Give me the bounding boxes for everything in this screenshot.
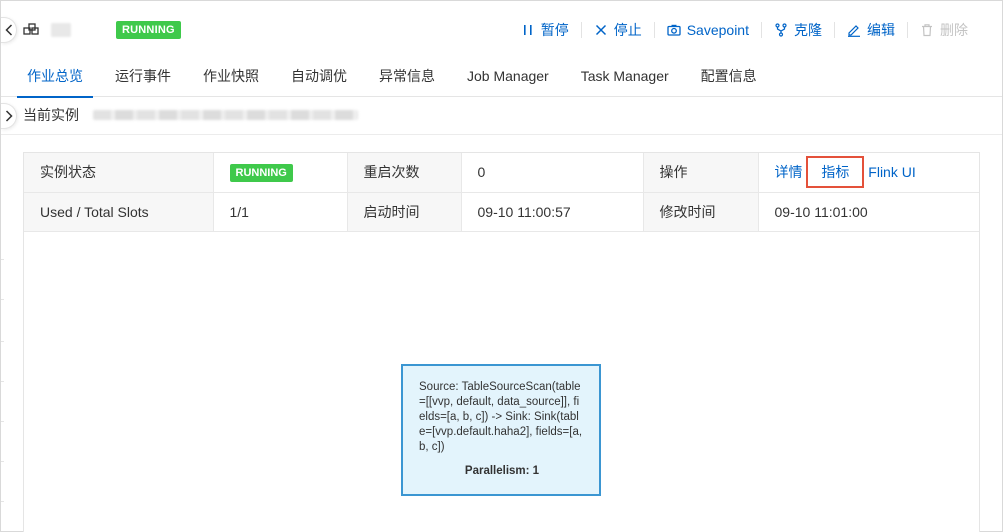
sidebar-edge-tick [1,461,4,462]
tab-overview[interactable]: 作业总览 [17,59,93,98]
details-link[interactable]: 详情 [775,162,803,182]
sidebar-edge-tick [1,341,4,342]
savepoint-button[interactable]: Savepoint [655,20,761,40]
delete-button[interactable]: 删除 [908,20,980,40]
pause-label: 暂停 [540,22,569,38]
sidebar-edge-tick [1,381,4,382]
pause-icon [523,25,532,35]
start-time-label: 启动时间 [347,192,462,232]
tab-events[interactable]: 运行事件 [105,59,181,97]
sidebar-edge-tick [1,421,4,422]
job-detail-page: RUNNING 暂停 停止 Savepoint 克隆 编辑 删除 作业总览 运行… [0,0,1003,532]
delete-label: 删除 [940,22,968,38]
instance-id-redacted [93,110,358,120]
instance-info-table: 实例状态 RUNNING 重启次数 0 操作 详情 指标 Flink UI Us… [24,153,979,232]
table-row: Used / Total Slots 1/1 启动时间 09-10 11:00:… [24,192,979,232]
fork-icon [775,23,787,37]
tab-exceptions[interactable]: 异常信息 [369,59,445,97]
camera-icon [667,24,681,36]
stop-button[interactable]: 停止 [582,20,654,40]
tab-snapshots[interactable]: 作业快照 [193,59,269,97]
job-graph-icon [23,23,39,35]
sidebar-edge-tick [1,259,4,260]
section-divider [1,134,1002,135]
job-header: RUNNING 暂停 停止 Savepoint 克隆 编辑 删除 [1,1,1002,59]
instance-state-cell: RUNNING [213,153,348,193]
instance-state-label: 实例状态 [24,153,214,193]
expand-right-button[interactable] [1,103,17,129]
start-time-value: 09-10 11:00:57 [461,192,644,232]
restart-count-label: 重启次数 [347,153,462,193]
modified-time-label: 修改时间 [643,192,759,232]
edit-label: 编辑 [867,22,895,38]
modified-time-value: 09-10 11:01:00 [758,192,979,232]
clone-button[interactable]: 克隆 [762,20,834,40]
pause-button[interactable]: 暂停 [509,20,581,40]
job-name-redacted [51,23,71,37]
table-row: 实例状态 RUNNING 重启次数 0 操作 详情 指标 Flink UI [24,153,979,193]
operations-label: 操作 [643,153,759,193]
stop-label: 停止 [613,22,642,38]
node-parallelism: Parallelism: 1 [464,465,540,477]
tab-job-manager[interactable]: Job Manager [457,59,559,97]
tab-configuration[interactable]: 配置信息 [691,59,767,97]
tab-autopilot[interactable]: 自动调优 [281,59,357,97]
tab-task-manager[interactable]: Task Manager [571,59,679,97]
chevron-left-icon [4,24,12,36]
current-instance-row: 当前实例 [23,104,358,126]
current-instance-label: 当前实例 [23,107,79,123]
clone-label: 克隆 [794,22,822,38]
detail-tabs: 作业总览 运行事件 作业快照 自动调优 异常信息 Job Manager Tas… [1,59,1002,98]
savepoint-label: Savepoint [686,22,749,38]
sidebar-edge-tick [1,299,4,300]
slots-value: 1/1 [213,192,348,232]
restart-count-value: 0 [461,153,644,193]
sidebar-edge-tick [1,501,4,502]
operations-cell: 详情 指标 Flink UI [758,153,979,193]
slots-label: Used / Total Slots [24,192,214,232]
node-description: Source: TableSourceScan(table=[[vvp, def… [419,381,583,453]
instance-status-badge: RUNNING [229,163,293,182]
edit-icon [848,25,860,37]
stop-icon [595,24,606,36]
trash-icon [922,24,932,37]
job-graph-node[interactable]: Source: TableSourceScan(table=[[vvp, def… [401,364,601,496]
flink-ui-link[interactable]: Flink UI [868,164,915,180]
job-status-badge: RUNNING [116,21,181,39]
edit-button[interactable]: 编辑 [835,20,907,40]
chevron-right-icon [5,110,13,122]
metrics-link[interactable]: 指标 [806,156,865,189]
job-actions: 暂停 停止 Savepoint 克隆 编辑 删除 [509,19,980,41]
